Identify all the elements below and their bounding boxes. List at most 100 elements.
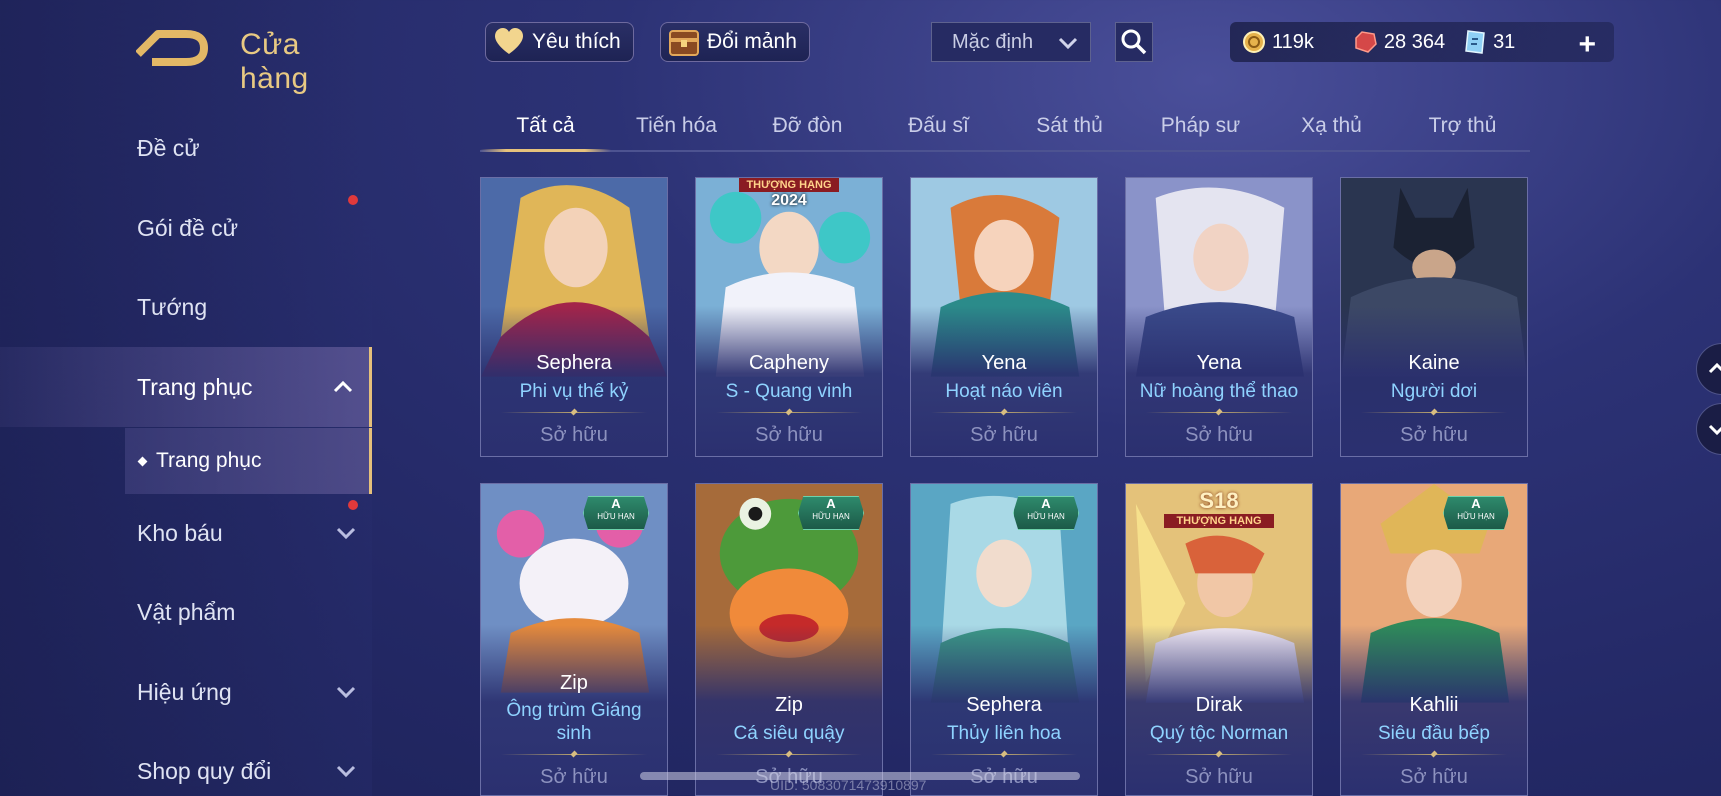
rank-label: THƯỢNG HẠNG <box>739 178 839 192</box>
heart-icon <box>495 28 523 54</box>
sidebar-item-heroes[interactable]: Tướng <box>0 277 372 337</box>
chevron-down-icon <box>1058 37 1078 50</box>
skin-card[interactable]: THƯỢNG HẠNG 2024 Capheny S - Quang vinh … <box>695 177 883 457</box>
tab-support[interactable]: Trợ thủ <box>1397 104 1528 150</box>
divider <box>1361 412 1507 413</box>
skin-name: Quý tộc Norman <box>1149 723 1289 744</box>
tab-marksman[interactable]: Xạ thủ <box>1266 104 1397 150</box>
tab-all[interactable]: Tất cả <box>480 104 611 152</box>
skin-card[interactable]: Kaine Người dơi Sở hữu <box>1340 177 1528 457</box>
sidebar-item-treasure[interactable]: Kho báu <box>0 503 372 563</box>
badge-grade: A <box>826 496 836 511</box>
chevron-down-icon <box>336 686 356 699</box>
sidebar-item-exchange-shop[interactable]: Shop quy đổi <box>0 741 372 796</box>
rank-label: THƯỢNG HẠNG <box>1164 514 1274 528</box>
sidebar: Cửa hàng Đề cử Gói đề cử Tướng Trang phụ… <box>0 0 372 796</box>
sidebar-item-label: Tướng <box>137 293 208 320</box>
hero-name: Sephera <box>536 352 612 374</box>
divider <box>931 412 1077 413</box>
sidebar-item-label: Kho báu <box>137 519 223 546</box>
skin-card[interactable]: AHỮU HẠN Sephera Thủy liên hoa Sở hữu <box>910 483 1098 796</box>
owned-status: Sở hữu <box>1185 424 1253 446</box>
badge-text: HỮU HẠN <box>812 512 850 521</box>
scroll-up-button[interactable] <box>1696 343 1721 395</box>
badge-text: HỮU HẠN <box>597 512 635 521</box>
bullet-icon <box>137 456 148 466</box>
owned-status: Sở hữu <box>1400 424 1468 446</box>
tab-evolution[interactable]: Tiến hóa <box>611 104 742 150</box>
owned-status: Sở hữu <box>970 424 1038 446</box>
sort-select[interactable]: Mặc định <box>931 22 1091 62</box>
sidebar-item-items[interactable]: Vật phẩm <box>0 582 372 642</box>
rank-year: 2024 <box>771 192 807 209</box>
skin-name: Ông trùm Giáng sinh <box>487 699 661 745</box>
divider <box>716 412 862 413</box>
scroll-down-button[interactable] <box>1696 403 1721 455</box>
tab-mage[interactable]: Pháp sư <box>1135 104 1266 150</box>
skin-name: Siêu đầu bếp <box>1378 723 1490 744</box>
gold-coin-icon <box>1243 31 1265 53</box>
skin-card[interactable]: AHỮU HẠN Zip Cá siêu quậy Sở hữu <box>695 483 883 796</box>
tab-tank[interactable]: Đỡ đòn <box>742 104 873 150</box>
divider <box>931 754 1077 755</box>
skin-name: Thủy liên hoa <box>946 723 1062 744</box>
hero-name: Capheny <box>748 352 830 374</box>
skin-card[interactable]: Sephera Phi vụ thế kỷ Sở hữu <box>480 177 668 457</box>
chevron-up-icon <box>333 380 353 393</box>
owned-status: Sở hữu <box>540 766 608 788</box>
notification-dot <box>348 195 358 205</box>
sidebar-item-effects[interactable]: Hiệu ứng <box>0 662 372 722</box>
sidebar-item-label: Vật phẩm <box>137 598 236 625</box>
search-icon <box>1121 29 1147 55</box>
skin-name-line1: Ông trùm Giáng <box>506 700 642 721</box>
chevron-down-icon <box>1708 424 1721 436</box>
hero-name: Kaine <box>1408 352 1460 374</box>
badge-text: HỮU HẠN <box>1457 512 1495 521</box>
skin-card[interactable]: S18 THƯỢNG HẠNG Dirak Quý tộc Norman Sở … <box>1125 483 1313 796</box>
currency-bar: 119k 28 364 31 + <box>1230 22 1614 62</box>
home-indicator[interactable] <box>640 772 1080 780</box>
voucher-amount: 31 <box>1493 30 1516 53</box>
skin-card[interactable]: A HỮU HẠN Zip Ông trùm Giáng sinh Sở hữu <box>480 483 668 796</box>
chevron-down-icon <box>336 765 356 778</box>
badge-text: HỮU HẠN <box>1027 512 1065 521</box>
sidebar-item-featured-bundles[interactable]: Gói đề cử <box>0 198 372 258</box>
skin-card[interactable]: A HỮU HẠN Kahlii Siêu đầu bếp Sở hữu <box>1340 483 1528 796</box>
hero-name: Zip <box>560 672 588 694</box>
owned-status: Sở hữu <box>1185 766 1253 788</box>
exchange-fragments-button[interactable]: Đổi mảnh <box>660 22 810 62</box>
skin-card[interactable]: Yena Hoạt náo viên Sở hữu <box>910 177 1098 457</box>
skin-name-line2: sinh <box>556 723 592 744</box>
sidebar-subitem-skins[interactable]: Trang phục <box>125 428 372 494</box>
sidebar-item-label: Shop quy đổi <box>137 757 272 784</box>
add-currency-button[interactable]: + <box>1578 28 1596 62</box>
limited-badge: A HỮU HẠN <box>798 496 864 530</box>
rank-banner: S18 THƯỢNG HẠNG <box>1164 488 1274 528</box>
back-arrow-icon[interactable] <box>136 28 208 68</box>
favorites-button[interactable]: Yêu thích <box>485 22 634 62</box>
tab-fighter[interactable]: Đấu sĩ <box>873 104 1004 150</box>
page-title: Cửa hàng <box>240 28 309 95</box>
badge-grade: A <box>1041 496 1051 511</box>
rank-season: S18 <box>1199 488 1239 513</box>
red-gem-icon <box>1355 31 1377 53</box>
owned-status: Sở hữu <box>540 424 608 446</box>
sidebar-item-featured[interactable]: Đề cử <box>0 118 372 178</box>
skin-name: Cá siêu quậy <box>733 723 845 744</box>
sidebar-subitem-label: Trang phục <box>156 449 262 472</box>
gem-amount: 28 364 <box>1383 30 1446 53</box>
owned-status: Sở hữu <box>1400 766 1468 788</box>
limited-badge: A HỮU HẠN <box>1013 496 1079 530</box>
category-tabs: Tất cả Tiến hóa Đỡ đòn Đấu sĩ Sát thủ Ph… <box>480 104 1530 152</box>
tab-assassin[interactable]: Sát thủ <box>1004 104 1135 150</box>
hero-name: Sephera <box>966 694 1042 716</box>
skin-card[interactable]: Yena Nữ hoàng thể thao Sở hữu <box>1125 177 1313 457</box>
divider <box>1146 754 1292 755</box>
sidebar-item-label: Gói đề cử <box>137 214 239 241</box>
sidebar-item-skins[interactable]: Trang phục <box>0 347 372 427</box>
hero-name: Kahlii <box>1409 694 1459 716</box>
sidebar-item-label: Hiệu ứng <box>137 678 232 705</box>
search-button[interactable] <box>1115 22 1153 62</box>
sidebar-item-label: Trang phục <box>137 373 253 400</box>
divider <box>716 754 862 755</box>
